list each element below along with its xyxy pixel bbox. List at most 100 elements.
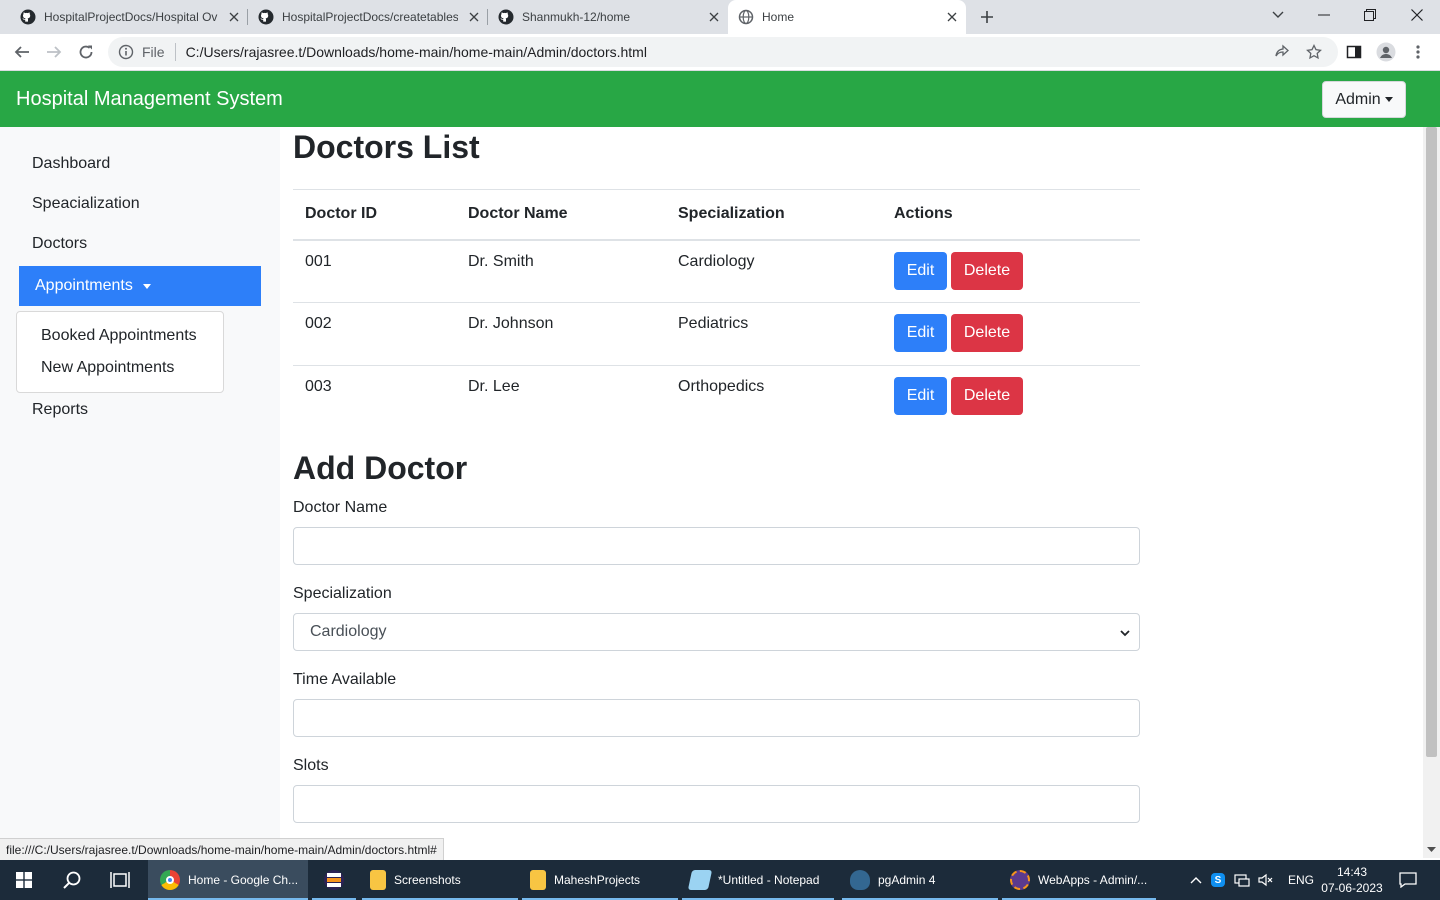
clock-time: 14:43 xyxy=(1336,865,1368,879)
table-row: 001 Dr. Smith Cardiology Edit Delete xyxy=(293,240,1140,303)
sidebar-item-specialization[interactable]: Speacialization xyxy=(32,195,140,213)
chevron-up-icon[interactable] xyxy=(1186,876,1206,884)
sidebar-item-dashboard[interactable]: Dashboard xyxy=(32,155,110,173)
language-indicator[interactable]: ENG xyxy=(1288,873,1314,887)
tab-search-icon[interactable] xyxy=(1255,0,1301,30)
tab-title: Shanmukh-12/home xyxy=(522,10,631,24)
kebab-menu-icon[interactable] xyxy=(1406,40,1430,64)
taskbar-app-label: Home - Google Ch... xyxy=(188,873,299,887)
menu-item-new-appointments[interactable]: New Appointments xyxy=(41,359,174,377)
network-icon[interactable] xyxy=(1230,873,1254,887)
delete-button[interactable]: Delete xyxy=(951,314,1023,352)
delete-button[interactable]: Delete xyxy=(951,251,1023,290)
taskbar-app-eclipse[interactable] xyxy=(312,860,356,900)
sidebar-item-reports[interactable]: Reports xyxy=(32,401,88,419)
taskbar-app-screenshots[interactable]: Screenshots xyxy=(362,860,518,900)
actions-cell: Edit Delete xyxy=(882,302,1140,366)
profile-avatar-icon[interactable] xyxy=(1374,40,1398,64)
edit-button[interactable]: Edit xyxy=(894,251,947,290)
github-icon xyxy=(20,9,36,25)
search-icon[interactable] xyxy=(48,860,96,900)
specialization-label: Specialization xyxy=(293,585,392,602)
eclipse-icon xyxy=(324,870,344,890)
folder-icon xyxy=(370,870,386,890)
skype-icon[interactable]: S xyxy=(1206,873,1230,887)
info-icon[interactable] xyxy=(118,44,134,60)
slots-input[interactable] xyxy=(293,785,1140,823)
specialization-select[interactable]: Cardiology xyxy=(293,613,1140,651)
specialization-selected-value: Cardiology xyxy=(310,623,387,640)
taskbar-app-maheshprojects[interactable]: MaheshProjects xyxy=(522,860,678,900)
tab-title: Home xyxy=(762,10,795,24)
task-view-icon[interactable] xyxy=(96,860,144,900)
taskbar-app-notepad[interactable]: *Untitled - Notepad xyxy=(682,860,834,900)
folder-icon xyxy=(530,870,546,890)
column-header-doctor-name: Doctor Name xyxy=(456,189,666,241)
close-window-icon[interactable] xyxy=(1394,0,1440,30)
close-tab-icon[interactable] xyxy=(226,9,242,25)
back-icon[interactable] xyxy=(10,40,34,64)
globe-icon xyxy=(738,9,754,25)
edit-button[interactable]: Edit xyxy=(894,314,947,352)
address-bar[interactable]: File C:/Users/rajasree.t/Downloads/home-… xyxy=(108,37,1338,67)
forward-icon[interactable] xyxy=(42,40,66,64)
taskbar-app-label: WebApps - Admin/... xyxy=(1038,873,1148,887)
notification-center-icon[interactable] xyxy=(1392,860,1424,900)
page-scrollbar[interactable] xyxy=(1423,127,1440,858)
sidebar-item-doctors[interactable]: Doctors xyxy=(32,235,87,253)
doctors-table: Doctor ID Doctor Name Specialization Act… xyxy=(293,189,1140,429)
browser-tab[interactable]: HospitalProjectDocs/createtables xyxy=(248,0,488,34)
delete-button[interactable]: Delete xyxy=(951,377,1023,415)
doctor-id-cell: 002 xyxy=(293,302,456,366)
taskbar-app-pgadmin[interactable]: pgAdmin 4 xyxy=(842,860,998,900)
doctor-name-label: Doctor Name xyxy=(293,499,388,516)
edit-button[interactable]: Edit xyxy=(894,377,947,415)
tab-title: HospitalProjectDocs/Hospital Ov xyxy=(44,10,218,24)
close-tab-icon[interactable] xyxy=(706,9,722,25)
github-icon xyxy=(258,9,274,25)
table-row: 003 Dr. Lee Orthopedics Edit Delete xyxy=(293,365,1140,429)
new-tab-icon[interactable] xyxy=(976,6,998,28)
sidebar-item-appointments[interactable]: Appointments xyxy=(19,266,261,306)
taskbar-app-webapps[interactable]: WebApps - Admin/... xyxy=(1002,860,1156,900)
actions-cell: Edit Delete xyxy=(882,240,1140,303)
reload-icon[interactable] xyxy=(74,40,98,64)
taskbar-clock[interactable]: 14:43 07-06-2023 xyxy=(1316,864,1388,896)
specialization-cell: Cardiology xyxy=(678,252,755,270)
bookmark-star-icon[interactable] xyxy=(1302,40,1326,64)
sidebar: Dashboard Speacialization Doctors Appoin… xyxy=(0,127,280,838)
time-available-input[interactable] xyxy=(293,699,1140,737)
scrollbar-thumb[interactable] xyxy=(1426,127,1437,757)
doctor-name-input[interactable] xyxy=(293,527,1140,565)
pgadmin-icon xyxy=(850,870,870,890)
admin-dropdown-button[interactable]: Admin xyxy=(1322,81,1406,118)
browser-tab[interactable]: HospitalProjectDocs/Hospital Ov xyxy=(0,0,248,34)
taskbar-app-chrome[interactable]: Home - Google Ch... xyxy=(148,860,308,900)
windows-taskbar: Home - Google Ch... Screenshots MaheshPr… xyxy=(0,860,1440,900)
tab-title: HospitalProjectDocs/createtables xyxy=(282,10,458,24)
browser-tab-active[interactable]: Home xyxy=(728,0,966,34)
add-doctor-heading: Add Doctor xyxy=(293,450,468,486)
specialization-cell: Pediatrics xyxy=(666,302,882,366)
close-tab-icon[interactable] xyxy=(466,9,482,25)
table-header-row: Doctor ID Doctor Name Specialization Act… xyxy=(293,189,1140,241)
appointments-dropdown-menu: Booked Appointments New Appointments xyxy=(16,311,224,393)
minimize-icon[interactable] xyxy=(1301,0,1347,30)
menu-item-booked-appointments[interactable]: Booked Appointments xyxy=(41,327,197,345)
windows-start-icon[interactable] xyxy=(0,860,48,900)
url-text[interactable]: C:/Users/rajasree.t/Downloads/home-main/… xyxy=(186,44,647,60)
side-panel-icon[interactable] xyxy=(1342,40,1366,64)
top-navbar: Hospital Management System Admin xyxy=(0,71,1440,127)
doctor-name-cell: Dr. Lee xyxy=(456,365,666,429)
browser-tab[interactable]: Shanmukh-12/home xyxy=(488,0,728,34)
speaker-muted-icon[interactable] xyxy=(1254,873,1278,887)
close-tab-icon[interactable] xyxy=(944,9,960,25)
doctor-name-cell: Dr. Smith xyxy=(468,252,534,270)
column-header-specialization: Specialization xyxy=(666,189,882,241)
share-icon[interactable] xyxy=(1270,40,1294,64)
scroll-down-icon[interactable] xyxy=(1427,845,1436,854)
restore-icon[interactable] xyxy=(1347,0,1393,30)
actions-cell: Edit Delete xyxy=(882,365,1140,429)
github-icon xyxy=(498,9,514,25)
brand-title[interactable]: Hospital Management System xyxy=(16,88,283,111)
